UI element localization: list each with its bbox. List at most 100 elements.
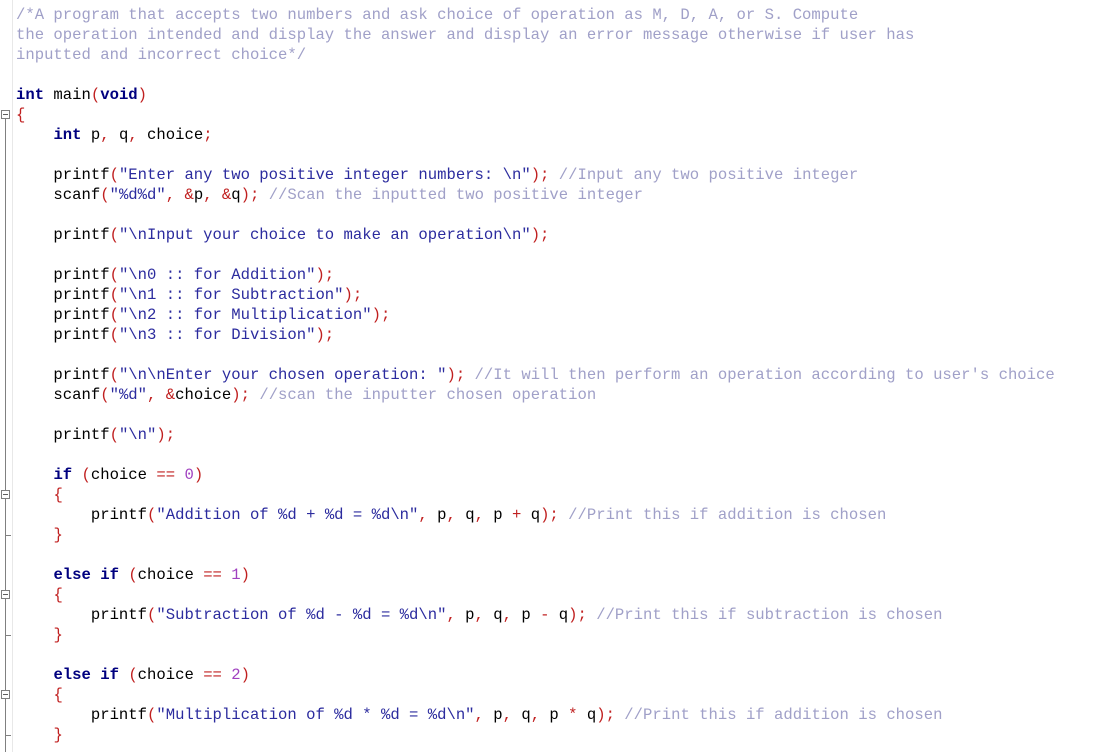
keyword: int: [16, 86, 45, 104]
operator: );: [343, 286, 363, 304]
code-line[interactable]: }: [16, 725, 1055, 745]
string-literal: "\nInput your choice to make an operatio…: [118, 226, 531, 244]
code-line[interactable]: if (choice == 0): [16, 465, 1055, 485]
code-line[interactable]: }: [16, 625, 1055, 645]
operator: (: [90, 86, 101, 104]
code-line[interactable]: [16, 245, 1055, 265]
identifier: [91, 666, 100, 684]
identifier: q: [511, 706, 531, 724]
identifier: p: [483, 506, 512, 524]
keyword: else: [53, 566, 91, 584]
identifier: p: [81, 126, 101, 144]
operator: (: [147, 506, 157, 524]
identifier: [156, 386, 165, 404]
identifier: choice: [175, 386, 232, 404]
identifier: [119, 666, 128, 684]
code-line[interactable]: [16, 145, 1055, 165]
operator: (: [109, 266, 119, 284]
operator: );: [540, 506, 559, 524]
operator: }: [53, 726, 63, 744]
identifier: choice: [137, 566, 204, 584]
code-line[interactable]: the operation intended and display the a…: [16, 25, 1055, 45]
comment: //Scan the inputted two positive integer: [259, 186, 644, 204]
code-line[interactable]: printf("\nInput your choice to make an o…: [16, 225, 1055, 245]
operator: ,: [128, 126, 138, 144]
keyword: if: [53, 466, 73, 484]
operator: );: [446, 366, 466, 384]
code-line[interactable]: printf("Subtraction of %d - %d = %d\n", …: [16, 605, 1055, 625]
operator: );: [240, 186, 260, 204]
code-line[interactable]: printf("\n");: [16, 425, 1055, 445]
code-line[interactable]: printf("Enter any two positive integer n…: [16, 165, 1055, 185]
fold-collapse-icon[interactable]: [1, 690, 10, 699]
code-line[interactable]: [16, 405, 1055, 425]
operator: );: [568, 606, 587, 624]
operator: (: [109, 286, 119, 304]
fold-gutter[interactable]: [0, 0, 13, 752]
code-line[interactable]: else if (choice == 2): [16, 665, 1055, 685]
identifier: choice: [137, 666, 204, 684]
code-line[interactable]: [16, 205, 1055, 225]
code-line[interactable]: scanf("%d", &choice); //scan the inputte…: [16, 385, 1055, 405]
fold-range-line: [5, 119, 6, 752]
operator: );: [315, 266, 335, 284]
operator: );: [371, 306, 391, 324]
identifier: p: [193, 186, 204, 204]
operator: {: [16, 106, 26, 124]
code-line[interactable]: {: [16, 485, 1055, 505]
code-line[interactable]: else if (choice == 1): [16, 565, 1055, 585]
code-editor[interactable]: /*A program that accepts two numbers and…: [0, 0, 1110, 752]
number-literal: 0: [184, 466, 194, 484]
code-line[interactable]: {: [16, 105, 1055, 125]
code-text-area[interactable]: /*A program that accepts two numbers and…: [16, 5, 1055, 745]
comment: //Print this if subtraction is chosen: [586, 606, 943, 624]
identifier: printf: [16, 506, 148, 524]
code-line[interactable]: scanf("%d%d", &p, &q); //Scan the inputt…: [16, 185, 1055, 205]
identifier: [16, 666, 53, 684]
code-line[interactable]: }: [16, 525, 1055, 545]
code-line[interactable]: int main(void): [16, 85, 1055, 105]
code-line[interactable]: {: [16, 685, 1055, 705]
code-line[interactable]: printf("Addition of %d + %d = %d\n", p, …: [16, 505, 1055, 525]
identifier: [16, 486, 53, 504]
identifier: main: [44, 86, 91, 104]
operator: ): [240, 566, 250, 584]
operator: ): [240, 666, 250, 684]
comment: //Input any two positive integer: [549, 166, 859, 184]
code-line[interactable]: [16, 345, 1055, 365]
identifier: printf: [16, 166, 110, 184]
code-line[interactable]: printf("\n2 :: for Multiplication");: [16, 305, 1055, 325]
code-line[interactable]: /*A program that accepts two numbers and…: [16, 5, 1055, 25]
identifier: [16, 566, 53, 584]
identifier: [16, 126, 53, 144]
code-line[interactable]: printf("\n1 :: for Subtraction");: [16, 285, 1055, 305]
code-line[interactable]: [16, 545, 1055, 565]
code-line[interactable]: inputted and incorrect choice*/: [16, 45, 1055, 65]
code-line[interactable]: [16, 445, 1055, 465]
code-line[interactable]: printf("Multiplication of %d * %d = %d\n…: [16, 705, 1055, 725]
operator: (: [100, 186, 110, 204]
code-line[interactable]: printf("\n\nEnter your chosen operation:…: [16, 365, 1054, 385]
comment: //Print this if addition is chosen: [614, 706, 943, 724]
code-line[interactable]: printf("\n0 :: for Addition");: [16, 265, 1055, 285]
fold-collapse-icon[interactable]: [1, 490, 10, 499]
operator: (: [109, 306, 119, 324]
code-line[interactable]: [16, 645, 1055, 665]
string-literal: "\n3 :: for Division": [118, 326, 316, 344]
code-line[interactable]: [16, 65, 1055, 85]
fold-end-marker: [5, 635, 11, 636]
operator: (: [147, 606, 157, 624]
fold-collapse-icon[interactable]: [1, 590, 10, 599]
identifier: q: [109, 126, 129, 144]
string-literal: "Subtraction of %d - %d = %d\n": [156, 606, 447, 624]
string-literal: "%d%d": [109, 186, 166, 204]
operator: (: [109, 166, 119, 184]
code-line[interactable]: {: [16, 585, 1055, 605]
fold-collapse-icon[interactable]: [1, 110, 10, 119]
identifier: [16, 526, 53, 544]
identifier: [72, 466, 81, 484]
operator: );: [530, 226, 550, 244]
code-line[interactable]: int p, q, choice;: [16, 125, 1055, 145]
code-line[interactable]: printf("\n3 :: for Division");: [16, 325, 1055, 345]
operator: ): [193, 466, 204, 484]
